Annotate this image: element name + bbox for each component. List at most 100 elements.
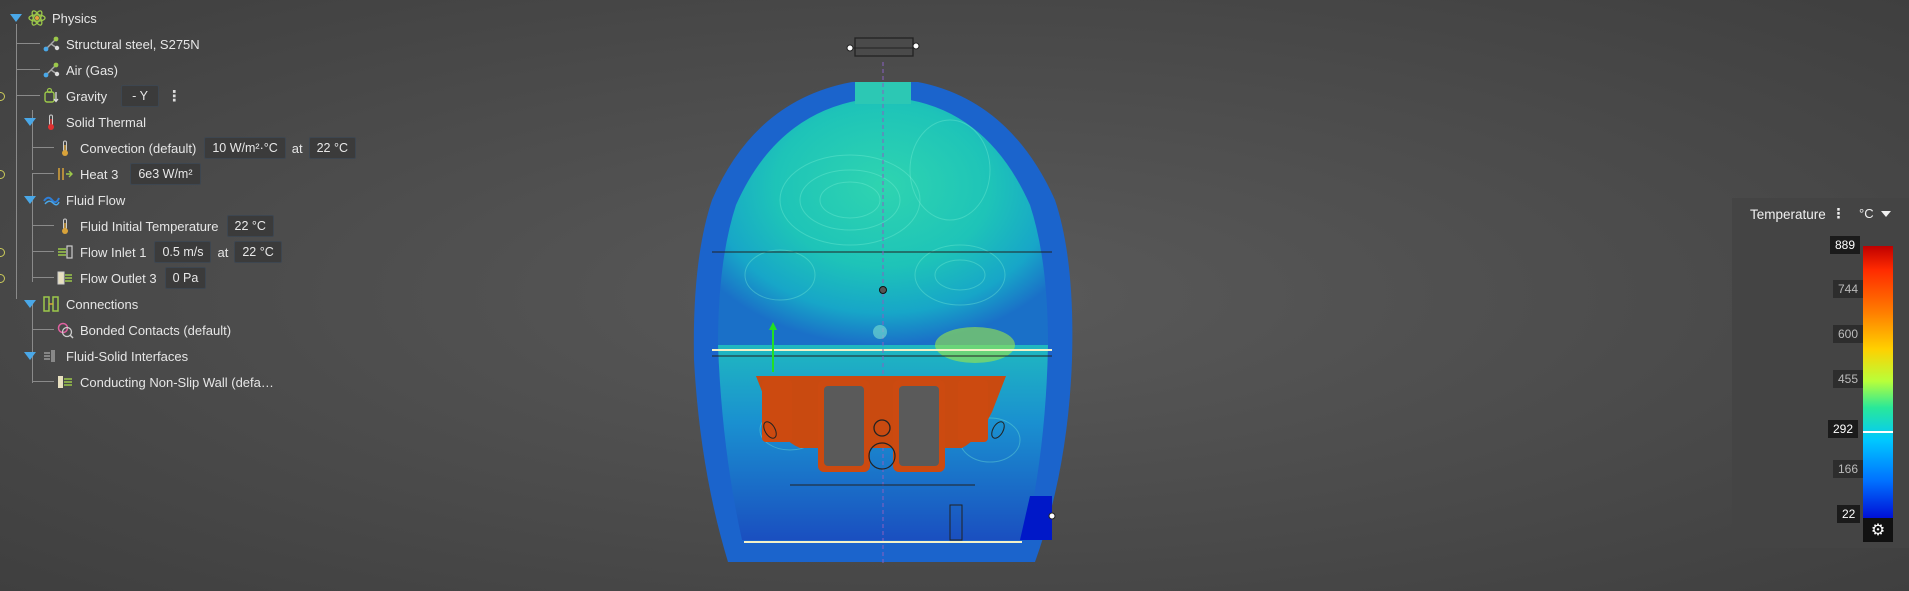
connections-icon bbox=[42, 295, 60, 313]
center-point[interactable] bbox=[879, 286, 887, 294]
tree-label: Bonded Contacts (default) bbox=[80, 322, 232, 338]
inlet-temperature-field[interactable]: 22 °C bbox=[234, 241, 282, 263]
chevron-down-icon bbox=[1880, 210, 1891, 217]
tree-connector bbox=[16, 24, 17, 299]
expand-arrow-icon[interactable] bbox=[24, 196, 36, 204]
tree-item-material-air[interactable]: Air (Gas) bbox=[42, 58, 118, 82]
heater-window bbox=[899, 386, 939, 466]
at-label: at bbox=[291, 140, 303, 156]
tree-label: Convection (default) bbox=[80, 140, 197, 156]
outlet-pressure-field[interactable]: 0 Pa bbox=[164, 267, 207, 289]
tree-label: Flow Outlet 3 bbox=[80, 270, 157, 286]
pin-handle[interactable] bbox=[912, 42, 920, 50]
legend-title-text: Temperature bbox=[1750, 206, 1826, 222]
tree-connector bbox=[32, 251, 54, 252]
tick-label[interactable]: 292 bbox=[1828, 420, 1859, 438]
expand-arrow-icon[interactable] bbox=[24, 118, 36, 126]
tree-label: Heat 3 bbox=[80, 166, 119, 182]
tick-label[interactable]: 22 bbox=[1837, 505, 1861, 523]
tick-label: 744 bbox=[1833, 280, 1864, 298]
more-options-icon[interactable]: ⋮ bbox=[1832, 206, 1846, 222]
tree-label: Connections bbox=[66, 296, 139, 312]
tree-label: Conducting Non-Slip Wall (defa… bbox=[80, 374, 274, 390]
tree-label: Fluid Flow bbox=[66, 192, 126, 208]
tree-connector bbox=[32, 381, 54, 382]
tree-item-material-steel[interactable]: Structural steel, S275N bbox=[42, 32, 200, 56]
tree-label: Air (Gas) bbox=[66, 62, 118, 78]
tree-item-connections[interactable]: Connections bbox=[24, 292, 138, 316]
tree-item-flow-outlet[interactable]: Flow Outlet 3 0 Pa bbox=[56, 266, 207, 290]
tree-connector bbox=[32, 173, 54, 174]
heater-side bbox=[958, 380, 988, 442]
tree-item-fluid-solid-interfaces[interactable]: Fluid-Solid Interfaces bbox=[24, 344, 188, 368]
visibility-toggle[interactable] bbox=[0, 170, 5, 179]
tree-connector bbox=[32, 260, 33, 272]
tree-item-gravity[interactable]: Gravity - Y ⋮ bbox=[42, 84, 182, 108]
tree-label: Solid Thermal bbox=[66, 114, 146, 130]
initial-temperature-field[interactable]: 22 °C bbox=[226, 215, 274, 237]
tree-item-conducting-wall[interactable]: Conducting Non-Slip Wall (defa… bbox=[56, 370, 274, 394]
inlet-velocity-field[interactable]: 0.5 m/s bbox=[154, 241, 212, 263]
atom-icon bbox=[28, 9, 46, 27]
simulation-viewport[interactable] bbox=[680, 30, 1080, 570]
tick-label: 455 bbox=[1833, 370, 1864, 388]
convection-coefficient-field[interactable]: 10 W/m²·°C bbox=[204, 137, 286, 159]
unit-label: °C bbox=[1859, 206, 1874, 221]
tree-item-flow-inlet[interactable]: Flow Inlet 1 0.5 m/s at 22 °C bbox=[56, 240, 282, 264]
pin-handle[interactable] bbox=[1048, 512, 1056, 520]
expand-arrow-icon[interactable] bbox=[10, 14, 22, 22]
contact-icon bbox=[56, 321, 74, 339]
tick-label: 600 bbox=[1833, 325, 1864, 343]
interface-icon bbox=[42, 347, 60, 365]
tree-connector bbox=[32, 147, 54, 148]
tick-label[interactable]: 889 bbox=[1830, 236, 1861, 254]
tree-item-bonded-contacts[interactable]: Bonded Contacts (default) bbox=[56, 318, 231, 342]
legend-title[interactable]: Temperature ⋮ bbox=[1750, 206, 1845, 222]
tree-connector bbox=[16, 43, 40, 44]
top-flange bbox=[854, 37, 914, 57]
physics-tree: Physics Structural steel, S275N Air (Gas… bbox=[0, 0, 380, 395]
heater-window bbox=[824, 386, 864, 466]
expand-arrow-icon[interactable] bbox=[24, 352, 36, 360]
heat-flux-field[interactable]: 6e3 W/m² bbox=[130, 163, 201, 185]
tree-label: Fluid Initial Temperature bbox=[80, 218, 219, 234]
visibility-toggle[interactable] bbox=[0, 248, 5, 257]
unit-dropdown[interactable]: °C bbox=[1859, 206, 1891, 221]
molecule-icon bbox=[42, 61, 60, 79]
flow-inlet-icon bbox=[56, 243, 74, 261]
color-scale-bar bbox=[1863, 246, 1893, 540]
temperature-legend: Temperature ⋮ °C 889 744 600 455 292 166… bbox=[1732, 198, 1909, 548]
tree-connector bbox=[32, 277, 54, 278]
tree-label: Gravity bbox=[66, 88, 108, 104]
convection-temperature-field[interactable]: 22 °C bbox=[308, 137, 357, 159]
wave-icon bbox=[42, 191, 60, 209]
value-marker[interactable] bbox=[1863, 431, 1893, 433]
tree-item-convection[interactable]: Convection (default) 10 W/m²·°C at 22 °C bbox=[56, 136, 357, 160]
gravity-icon bbox=[42, 87, 60, 105]
tick-label: 166 bbox=[1833, 460, 1864, 478]
heat-flux-icon bbox=[56, 165, 74, 183]
tree-item-physics[interactable]: Physics bbox=[10, 6, 97, 30]
pin-handle[interactable] bbox=[846, 44, 854, 52]
tree-label: Flow Inlet 1 bbox=[80, 244, 147, 260]
tree-label: Structural steel, S275N bbox=[66, 36, 200, 52]
heater-side bbox=[762, 380, 792, 442]
tree-connector bbox=[16, 95, 40, 96]
visibility-toggle[interactable] bbox=[0, 92, 5, 101]
tree-item-solid-thermal[interactable]: Solid Thermal bbox=[24, 110, 146, 134]
expand-arrow-icon[interactable] bbox=[24, 300, 36, 308]
more-options-icon[interactable]: ⋮ bbox=[167, 87, 182, 105]
tree-label: Fluid-Solid Interfaces bbox=[66, 348, 189, 364]
visibility-toggle[interactable] bbox=[0, 274, 5, 283]
gear-icon[interactable]: ⚙ bbox=[1863, 518, 1893, 542]
tree-item-heat[interactable]: Heat 3 6e3 W/m² bbox=[56, 162, 201, 186]
interface-icon bbox=[56, 373, 74, 391]
thermometer-icon bbox=[56, 139, 74, 157]
flow-outlet-icon bbox=[56, 269, 74, 287]
tree-item-fluid-initial-temperature[interactable]: Fluid Initial Temperature 22 °C bbox=[56, 214, 274, 238]
thermometer-icon bbox=[56, 217, 74, 235]
tree-connector bbox=[32, 329, 54, 330]
tree-connector bbox=[16, 69, 40, 70]
tree-item-fluid-flow[interactable]: Fluid Flow bbox=[24, 188, 125, 212]
gravity-direction-field[interactable]: - Y bbox=[121, 85, 159, 107]
